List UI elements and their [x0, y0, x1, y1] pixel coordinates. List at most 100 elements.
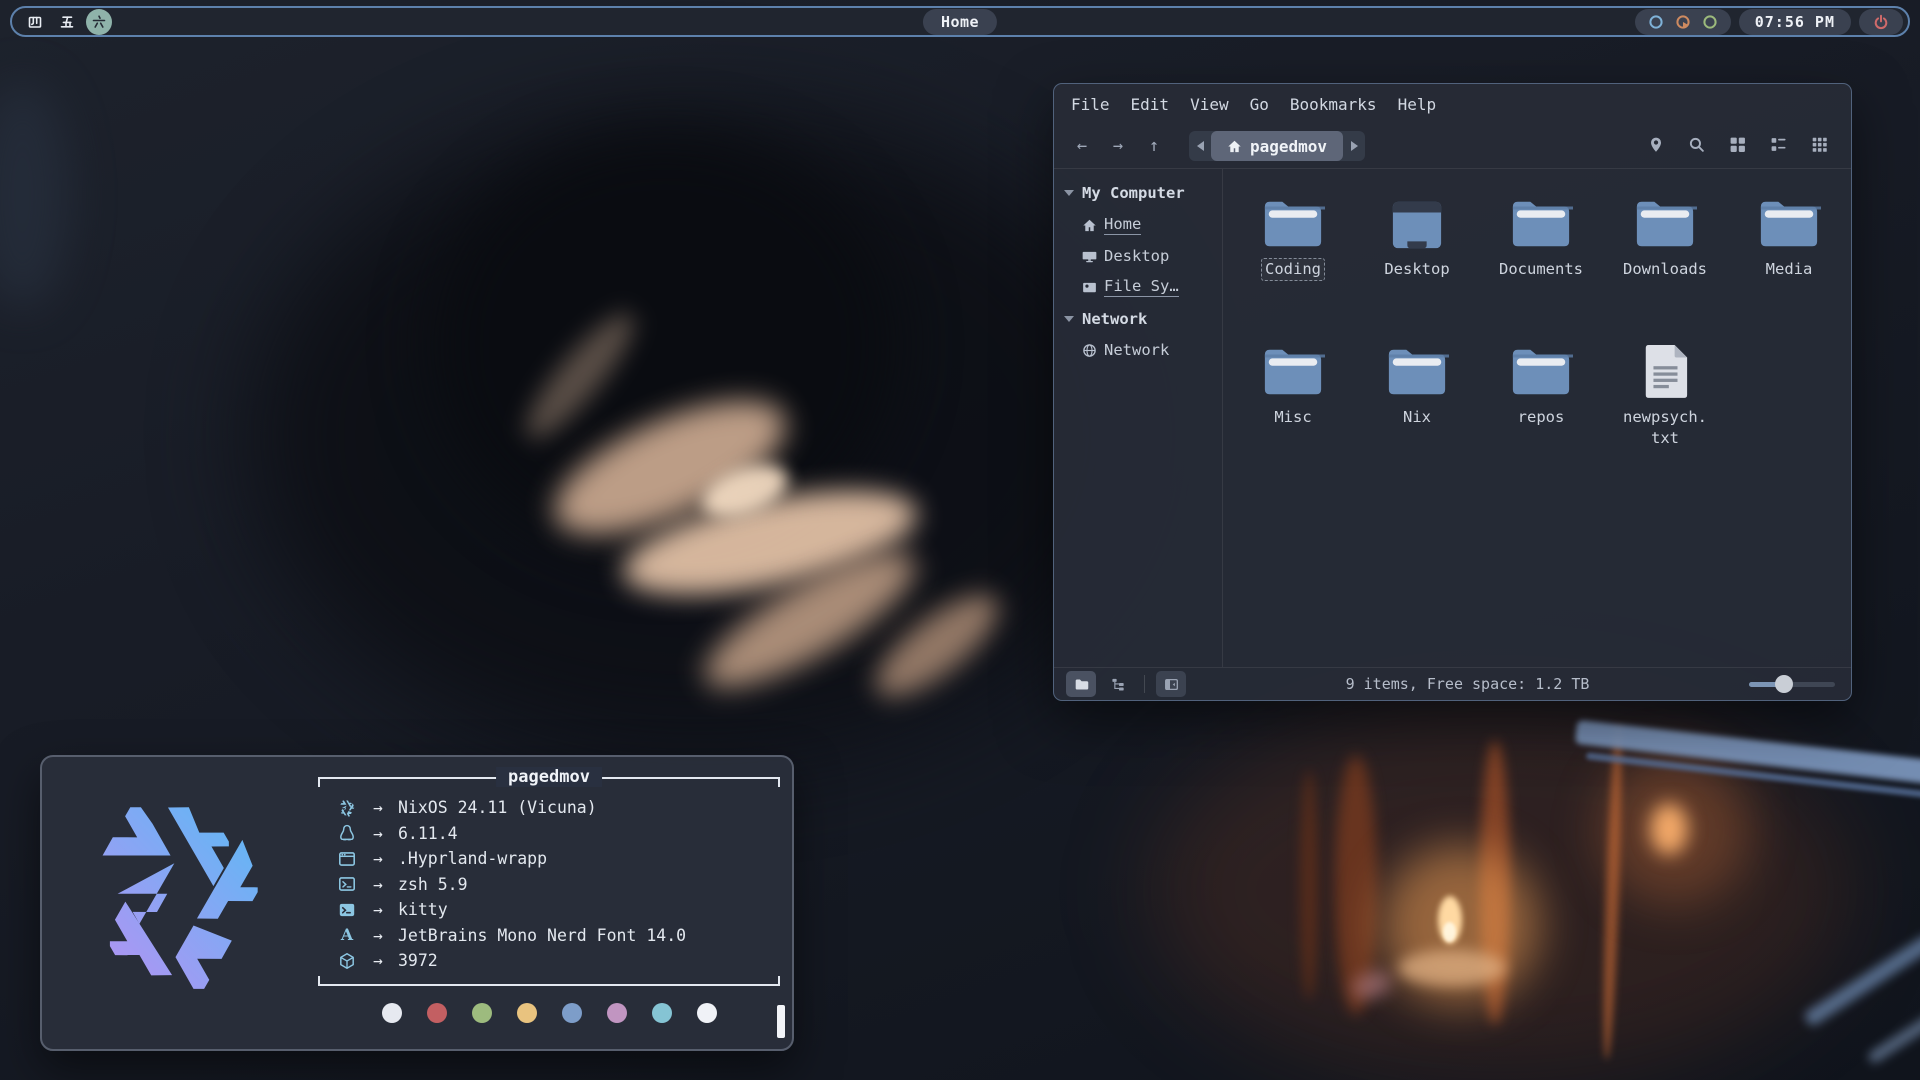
fastfetch-frame-bottom	[318, 976, 780, 986]
home-icon	[1227, 139, 1242, 154]
nav-buttons: ← → ↑	[1069, 136, 1177, 156]
file-media[interactable]: Media	[1727, 185, 1851, 333]
fastfetch-hostname: pagedmov	[496, 767, 602, 787]
sidebar-item-label: Network	[1104, 341, 1169, 359]
back-button[interactable]: ←	[1069, 136, 1095, 156]
file-documents[interactable]: Documents	[1479, 185, 1603, 333]
sidebar-item-desktop[interactable]: Desktop	[1054, 241, 1222, 271]
menu-view[interactable]: View	[1190, 95, 1229, 114]
palette-dot-6	[652, 1003, 672, 1023]
folder-icon	[1757, 185, 1821, 251]
tray-indicators[interactable]	[1635, 9, 1731, 35]
file-desktop[interactable]: Desktop	[1355, 185, 1479, 333]
previous-tab-button[interactable]	[1189, 131, 1211, 161]
nixos-snowflake	[76, 791, 278, 993]
icon-view-button[interactable]	[1729, 136, 1746, 157]
package-icon	[336, 952, 358, 970]
forward-button[interactable]: →	[1105, 136, 1131, 156]
fastfetch-row-window: →.Hyprland-wrapp	[336, 846, 774, 872]
wallpaper-shape	[1575, 720, 1920, 785]
workspace-6-active[interactable]	[86, 9, 112, 35]
show-tree-button[interactable]	[1103, 671, 1133, 697]
location-icon	[1647, 136, 1664, 153]
wallpaper-shape	[1150, 700, 1850, 1080]
workspace-4[interactable]	[22, 9, 48, 35]
fastfetch-value: NixOS 24.11 (Vicuna)	[398, 798, 597, 817]
file-downloads[interactable]: Downloads	[1603, 185, 1727, 333]
fastfetch-frame-top: pagedmov	[318, 777, 780, 787]
wallpaper-shape	[1480, 740, 1510, 1025]
sidebar-section-my-computer[interactable]: My Computer	[1054, 177, 1222, 209]
numeral-6-icon	[91, 14, 107, 30]
file-repos[interactable]: repos	[1479, 333, 1603, 481]
slider-knob[interactable]	[1775, 675, 1793, 693]
menu-bar: File Edit View Go Bookmarks Help	[1054, 84, 1851, 124]
location-button[interactable]	[1647, 136, 1664, 157]
folder-icon	[1390, 185, 1444, 251]
file-newpsych-txt[interactable]: newpsych.txt	[1603, 333, 1727, 481]
nix-icon	[336, 799, 358, 817]
terminal-icon	[336, 901, 358, 919]
toolbar-view-buttons	[1647, 136, 1828, 157]
folder-icon	[1509, 333, 1573, 399]
sidebar-item-home[interactable]: Home	[1054, 209, 1222, 241]
menu-file[interactable]: File	[1071, 95, 1110, 114]
arrow-icon: →	[358, 875, 398, 894]
text-file-icon	[1640, 333, 1690, 399]
up-button[interactable]: ↑	[1141, 136, 1167, 156]
arrow-icon: →	[358, 951, 398, 970]
clock: 07:56 PM	[1739, 9, 1851, 35]
compact-view-button[interactable]	[1811, 136, 1828, 157]
sidebar: My ComputerHomeDesktopFile Sy…NetworkNet…	[1054, 169, 1223, 667]
zoom-slider[interactable]	[1749, 675, 1835, 693]
list-view-icon	[1770, 136, 1787, 153]
fastfetch-value: kitty	[398, 900, 448, 919]
current-path-button[interactable]: pagedmov	[1211, 131, 1343, 161]
menu-go[interactable]: Go	[1250, 95, 1269, 114]
status-text: 9 items, Free space: 1.2 TB	[1193, 675, 1742, 693]
wallpaper-shape	[1586, 752, 1920, 799]
menu-help[interactable]: Help	[1398, 95, 1437, 114]
power-icon	[1873, 14, 1889, 30]
wallpaper-shape	[1866, 1003, 1920, 1065]
power-button[interactable]	[1859, 9, 1903, 35]
arrow-icon: →	[358, 900, 398, 919]
file-coding[interactable]: Coding	[1231, 185, 1355, 333]
next-tab-button[interactable]	[1343, 131, 1365, 161]
file-label: newpsych.txt	[1619, 406, 1711, 450]
menu-bookmarks[interactable]: Bookmarks	[1290, 95, 1377, 114]
wallpaper-shape	[430, 130, 900, 560]
path-bar: pagedmov	[1189, 131, 1365, 161]
sidebar-item-network[interactable]: Network	[1054, 335, 1222, 365]
arrow-icon: →	[358, 926, 398, 945]
top-bar: Home 07:56 PM	[10, 6, 1910, 37]
file-nix[interactable]: Nix	[1355, 333, 1479, 481]
expander-icon	[1064, 190, 1074, 196]
chevron-right-icon	[1351, 141, 1358, 151]
file-misc[interactable]: Misc	[1231, 333, 1355, 481]
terminal-color-palette	[318, 1003, 780, 1023]
sidebar-item-filesy[interactable]: File Sy…	[1054, 271, 1222, 303]
wallpaper-shape	[614, 470, 925, 616]
filesystem-icon	[1082, 280, 1097, 295]
wallpaper-shape	[1349, 966, 1395, 1004]
fastfetch-output: pagedmov →NixOS 24.11 (Vicuna)→6.11.4→.H…	[318, 777, 780, 1023]
menu-edit[interactable]: Edit	[1131, 95, 1170, 114]
workspace-5[interactable]	[54, 9, 80, 35]
search-button[interactable]	[1688, 136, 1705, 157]
palette-dot-7	[697, 1003, 717, 1023]
fastfetch-row-tux: →6.11.4	[336, 821, 774, 847]
terminal-window[interactable]: pagedmov →NixOS 24.11 (Vicuna)→6.11.4→.H…	[40, 755, 794, 1051]
sidebar-section-network[interactable]: Network	[1054, 303, 1222, 335]
wallpaper-shape	[512, 301, 647, 451]
show-folders-button[interactable]	[1066, 671, 1096, 697]
side-pane-toggle-button[interactable]	[1156, 671, 1186, 697]
list-view-button[interactable]	[1770, 136, 1787, 157]
section-label: My Computer	[1082, 184, 1185, 202]
network-icon	[1082, 343, 1097, 358]
file-label: Nix	[1399, 406, 1435, 429]
file-label: Misc	[1270, 406, 1315, 429]
svg-text:A: A	[340, 926, 354, 944]
arrow-icon: →	[358, 798, 398, 817]
window-icon	[336, 850, 358, 868]
